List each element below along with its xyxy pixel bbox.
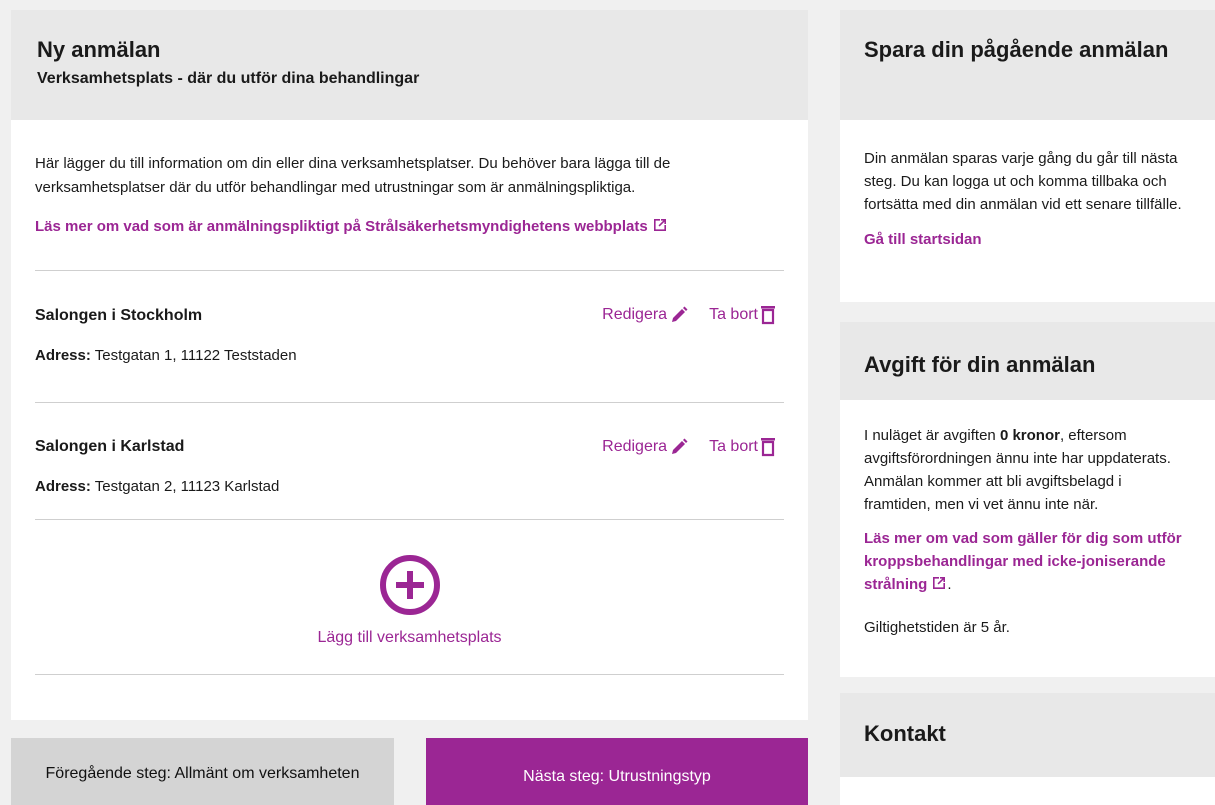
contact-panel-header: Kontakt bbox=[840, 693, 1215, 777]
address-label: Adress: bbox=[35, 478, 91, 495]
place-actions: Redigera Ta bort bbox=[602, 305, 776, 325]
read-more-link-label: Läs mer om vad som är anmälningspliktigt… bbox=[35, 218, 648, 235]
fee-read-more-label: Läs mer om vad som gäller för dig som ut… bbox=[864, 530, 1182, 593]
edit-button[interactable]: Redigera bbox=[602, 437, 689, 457]
divider bbox=[35, 674, 784, 675]
save-panel-body: Din anmälan sparas varje gång du går til… bbox=[840, 120, 1215, 302]
contact-panel: Kontakt bbox=[840, 693, 1215, 805]
add-place-button[interactable]: Lägg till verksamhetsplats bbox=[317, 629, 501, 647]
remove-label: Ta bort bbox=[709, 438, 758, 455]
pencil-icon bbox=[672, 306, 688, 322]
fee-read-more: Läs mer om vad som gäller för dig som ut… bbox=[864, 527, 1191, 596]
fee-panel-header: Avgift för din anmälan bbox=[840, 322, 1215, 400]
place-item: Salongen i Stockholm Adress: Testgatan 1… bbox=[35, 271, 784, 402]
fee-panel-title: Avgift för din anmälan bbox=[864, 352, 1096, 377]
address-value: Testgatan 1, 11122 Teststaden bbox=[94, 347, 297, 364]
fee-text: I nuläget är avgiften 0 kronor, eftersom… bbox=[864, 424, 1191, 516]
remove-button[interactable]: Ta bort bbox=[709, 437, 776, 457]
previous-step-button[interactable]: Föregående steg: Allmänt om verksamheten bbox=[11, 738, 394, 805]
place-address: Adress: Testgatan 1, 11122 Teststaden bbox=[35, 347, 784, 364]
external-link-icon bbox=[653, 219, 666, 231]
pencil-icon bbox=[672, 438, 688, 454]
remove-button[interactable]: Ta bort bbox=[709, 305, 776, 325]
save-panel-text: Din anmälan sparas varje gång du går til… bbox=[864, 150, 1182, 213]
next-step-button[interactable]: Nästa steg: Utrustningstyp bbox=[426, 738, 808, 805]
fee-panel-body: I nuläget är avgiften 0 kronor, eftersom… bbox=[840, 400, 1215, 677]
fee-read-more-link[interactable]: Läs mer om vad som gäller för dig som ut… bbox=[864, 530, 1182, 593]
place-item: Salongen i Karlstad Adress: Testgatan 2,… bbox=[35, 403, 784, 519]
page-header: Ny anmälan Verksamhetsplats - där du utf… bbox=[11, 10, 808, 120]
contact-panel-title: Kontakt bbox=[864, 721, 946, 746]
save-panel-header: Spara din pågående anmälan bbox=[840, 10, 1215, 120]
main-panel: Ny anmälan Verksamhetsplats - där du utf… bbox=[11, 10, 808, 720]
trash-icon bbox=[761, 306, 775, 325]
contact-panel-body bbox=[840, 777, 1215, 805]
address-value: Testgatan 2, 11123 Karlstad bbox=[94, 478, 280, 495]
validity-text: Giltighetstiden är 5 år. bbox=[864, 619, 1010, 636]
place-address: Adress: Testgatan 2, 11123 Karlstad bbox=[35, 478, 784, 495]
trash-icon bbox=[761, 438, 775, 457]
read-more-link[interactable]: Läs mer om vad som är anmälningspliktigt… bbox=[35, 215, 668, 239]
address-label: Adress: bbox=[35, 347, 91, 364]
save-panel: Spara din pågående anmälan Din anmälan s… bbox=[840, 10, 1215, 302]
intro-section: Här lägger du till information om din el… bbox=[35, 120, 784, 239]
edit-button[interactable]: Redigera bbox=[602, 305, 689, 325]
page-subtitle: Verksamhetsplats - där du utför dina beh… bbox=[37, 70, 420, 87]
intro-text: Här lägger du till information om din el… bbox=[35, 155, 671, 196]
plus-circle-icon[interactable] bbox=[379, 554, 441, 616]
add-place-section: Lägg till verksamhetsplats bbox=[35, 520, 784, 674]
external-link-icon bbox=[933, 577, 946, 589]
start-page-link[interactable]: Gå till startsidan bbox=[864, 228, 982, 251]
edit-label: Redigera bbox=[602, 438, 668, 455]
fee-panel: Avgift för din anmälan I nuläget är avgi… bbox=[840, 322, 1215, 677]
remove-label: Ta bort bbox=[709, 306, 758, 323]
place-actions: Redigera Ta bort bbox=[602, 437, 776, 457]
fee-amount: 0 kronor bbox=[999, 427, 1060, 444]
main-content: Här lägger du till information om din el… bbox=[11, 120, 808, 720]
fee-link-suffix: . bbox=[947, 576, 952, 593]
page-title: Ny anmälan bbox=[37, 37, 161, 62]
save-panel-title: Spara din pågående anmälan bbox=[864, 37, 1169, 62]
fee-text-start: I nuläget är avgiften bbox=[864, 427, 1000, 444]
edit-label: Redigera bbox=[602, 306, 668, 323]
